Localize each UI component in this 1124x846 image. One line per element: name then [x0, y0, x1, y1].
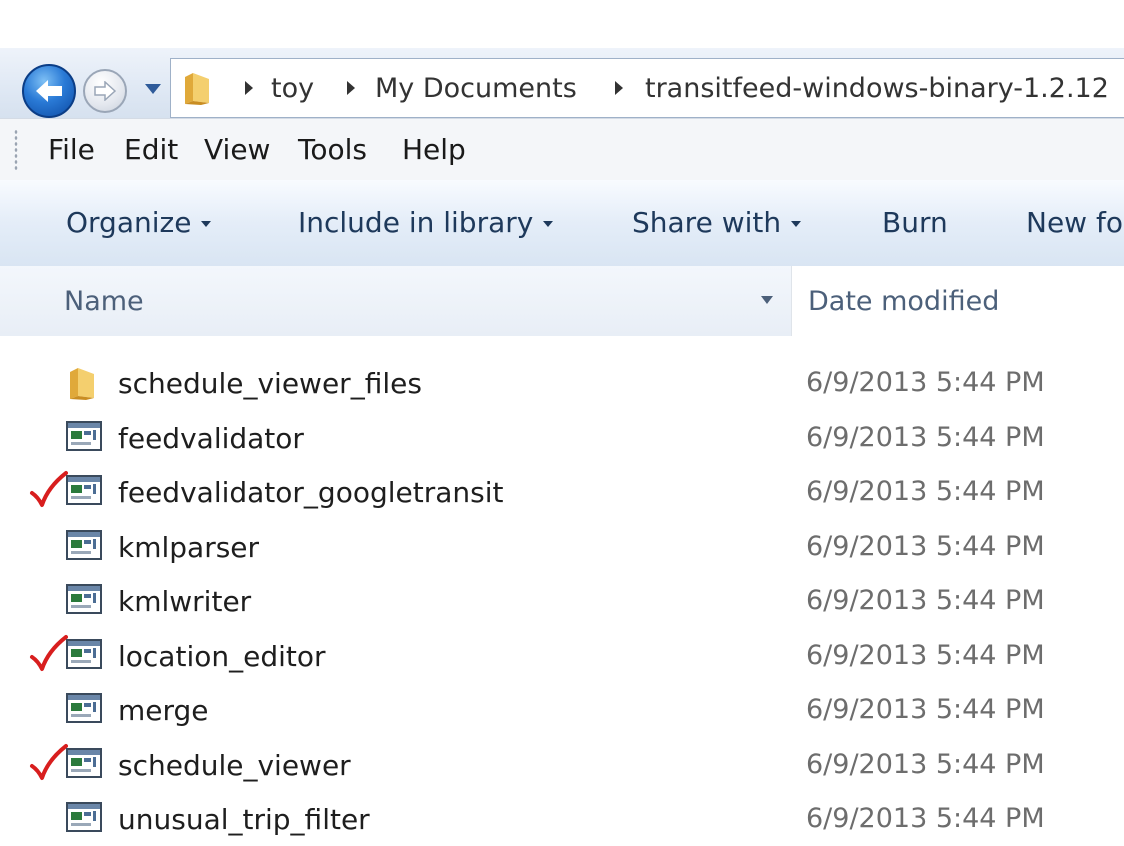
file-date-modified: 6/9/2013 5:44 PM: [806, 476, 1045, 507]
organize-button[interactable]: Organize: [66, 206, 212, 239]
chevron-down-icon: [791, 221, 802, 227]
application-window-icon: [66, 584, 102, 618]
file-name: unusual_trip_filter: [118, 803, 370, 836]
breadcrumb-separator-icon[interactable]: [245, 81, 253, 95]
new-folder-button[interactable]: New fo: [1026, 206, 1123, 239]
menu-grip: [14, 129, 18, 171]
include-in-library-button[interactable]: Include in library: [298, 206, 554, 239]
file-date-modified: 6/9/2013 5:44 PM: [806, 694, 1045, 725]
column-date-modified[interactable]: Date modified: [808, 286, 999, 317]
window-top-area: [0, 0, 1124, 48]
breadcrumb-separator-icon[interactable]: [347, 81, 355, 95]
command-toolbar: Organize Include in library Share with B…: [0, 180, 1124, 267]
file-name: location_editor: [118, 639, 326, 673]
application-window-icon: [66, 747, 102, 782]
file-name: schedule_viewer_files: [118, 367, 422, 400]
include-in-library-label: Include in library: [298, 206, 534, 239]
file-date-modified: 6/9/2013 5:44 PM: [806, 421, 1045, 453]
menu-edit[interactable]: Edit: [124, 133, 178, 166]
share-with-button[interactable]: Share with: [632, 206, 802, 239]
menu-help[interactable]: Help: [402, 133, 466, 166]
file-name: schedule_viewer: [118, 748, 351, 782]
application-window-icon: [66, 802, 102, 836]
breadcrumb-item-my-documents[interactable]: My Documents: [375, 73, 577, 104]
breadcrumb-item-toy[interactable]: toy: [271, 73, 314, 104]
chevron-down-icon: [543, 221, 554, 227]
folder-icon: [66, 366, 98, 404]
forward-button[interactable]: [83, 69, 127, 113]
menu-file[interactable]: File: [48, 133, 95, 166]
chevron-down-icon: [201, 221, 212, 227]
share-with-label: Share with: [632, 206, 782, 239]
column-name-label: Name: [64, 286, 144, 317]
breadcrumb-item-current-folder[interactable]: transitfeed-windows-binary-1.2.12: [645, 73, 1109, 104]
file-name: feedvalidator_googletransit: [118, 476, 504, 509]
file-row-unusual-trip-filter[interactable]: unusual_trip_filter 6/9/2013 5:44 PM: [0, 792, 1124, 846]
file-row-feedvalidator-googletransit[interactable]: feedvalidator_googletransit 6/9/2013 5:4…: [0, 465, 1124, 519]
navigation-bar: toy My Documents transitfeed-windows-bin…: [0, 48, 1124, 118]
column-name[interactable]: Name: [0, 266, 792, 336]
address-bar[interactable]: toy My Documents transitfeed-windows-bin…: [170, 58, 1124, 118]
breadcrumb-separator-icon[interactable]: [615, 81, 623, 95]
menu-view[interactable]: View: [204, 133, 270, 166]
organize-label: Organize: [66, 206, 192, 239]
forward-arrow-icon: [94, 81, 117, 101]
application-window-icon: [66, 420, 102, 455]
burn-button[interactable]: Burn: [882, 206, 948, 239]
file-date-modified: 6/9/2013 5:44 PM: [806, 639, 1045, 671]
file-date-modified: 6/9/2013 5:44 PM: [806, 748, 1045, 780]
file-row-schedule-viewer-files[interactable]: schedule_viewer_files 6/9/2013 5:44 PM: [0, 356, 1124, 410]
file-row-location-editor[interactable]: location_editor 6/9/2013 5:44 PM: [0, 629, 1124, 683]
file-name: kmlparser: [118, 530, 260, 564]
red-check-mark-icon: [28, 469, 68, 513]
folder-icon: [185, 73, 209, 105]
application-window-icon: [66, 529, 102, 564]
application-window-icon: [66, 475, 102, 509]
file-name: feedvalidator: [118, 421, 304, 455]
recent-pages-dropdown[interactable]: [145, 84, 161, 94]
file-name: merge: [118, 694, 209, 727]
file-row-merge[interactable]: merge 6/9/2013 5:44 PM: [0, 683, 1124, 737]
back-arrow-icon: [36, 80, 62, 102]
sort-down-icon[interactable]: [761, 296, 773, 304]
file-date-modified: 6/9/2013 5:44 PM: [806, 367, 1045, 398]
file-row-kmlwriter[interactable]: kmlwriter 6/9/2013 5:44 PM: [0, 574, 1124, 628]
file-date-modified: 6/9/2013 5:44 PM: [806, 530, 1045, 562]
application-window-icon: [66, 693, 102, 727]
column-header: Name Date modified: [0, 266, 1124, 336]
file-name: kmlwriter: [118, 585, 252, 618]
file-row-feedvalidator[interactable]: feedvalidator 6/9/2013 5:44 PM: [0, 411, 1124, 465]
red-check-mark-icon: [28, 633, 68, 677]
file-row-schedule-viewer[interactable]: schedule_viewer 6/9/2013 5:44 PM: [0, 738, 1124, 792]
menu-bar: File Edit View Tools Help: [0, 118, 1124, 182]
back-button[interactable]: [22, 64, 76, 118]
red-check-mark-icon: [28, 742, 68, 786]
file-date-modified: 6/9/2013 5:44 PM: [806, 585, 1045, 616]
file-row-kmlparser[interactable]: kmlparser 6/9/2013 5:44 PM: [0, 520, 1124, 574]
menu-tools[interactable]: Tools: [298, 133, 367, 166]
file-date-modified: 6/9/2013 5:44 PM: [806, 803, 1045, 834]
application-window-icon: [66, 638, 102, 673]
